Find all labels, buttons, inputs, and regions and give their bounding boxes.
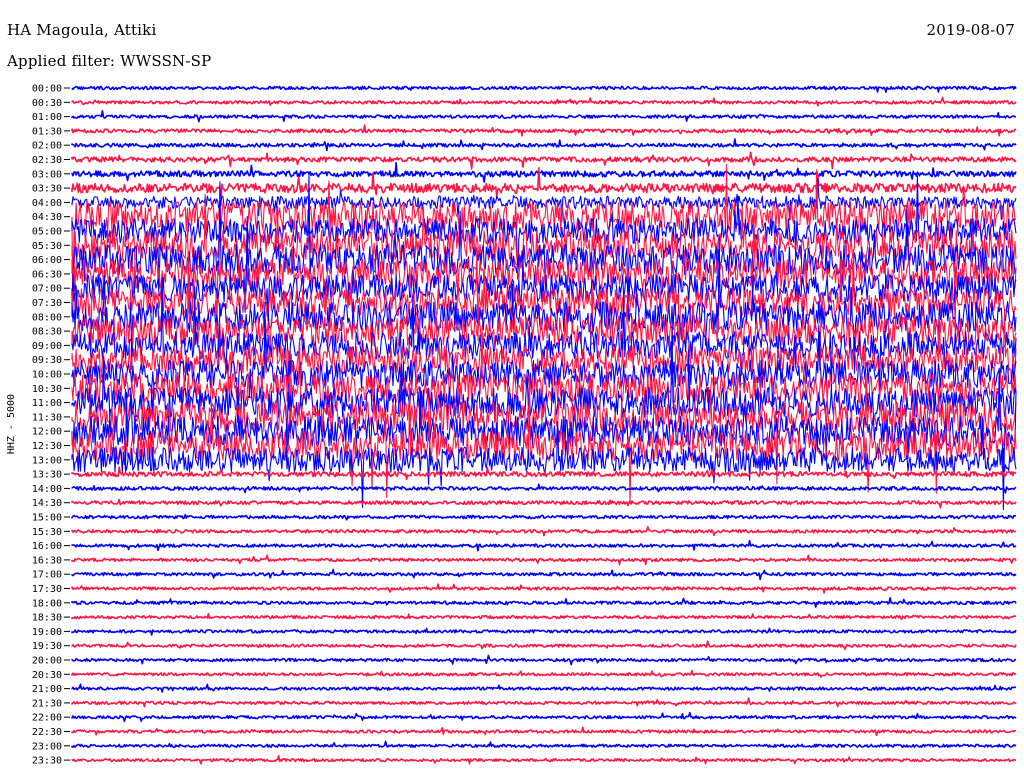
seismic-trace [71, 726, 1017, 737]
seismic-trace [71, 697, 1017, 708]
time-tick-label: 12:30 [32, 441, 62, 452]
time-tick-label: 05:30 [32, 241, 62, 252]
time-tick-label: 08:00 [32, 312, 62, 323]
time-tick-label: 19:00 [32, 627, 62, 638]
seismic-trace [71, 554, 1017, 566]
seismic-trace [71, 110, 1017, 123]
time-tick-label: 23:00 [32, 741, 62, 752]
seismic-trace [71, 151, 1017, 170]
seismic-trace [71, 526, 1017, 537]
time-tick-label: 11:00 [32, 398, 62, 409]
time-tick-label: 09:00 [32, 341, 62, 352]
time-tick-label: 20:00 [32, 656, 62, 667]
seismic-trace [71, 583, 1017, 594]
time-tick-label: 09:30 [32, 355, 62, 366]
time-tick-label: 06:30 [32, 269, 62, 280]
seismic-trace [71, 711, 1017, 723]
seismic-trace [71, 138, 1017, 152]
seismic-trace [71, 513, 1017, 521]
seismic-trace [71, 613, 1016, 620]
seismic-trace [71, 640, 1017, 651]
time-tick-label: 14:00 [32, 484, 62, 495]
seismic-trace [71, 498, 1017, 509]
seismic-trace [71, 162, 1017, 183]
time-tick-label: 12:00 [32, 427, 62, 438]
y-axis-label: HHZ - 5000 [6, 394, 17, 454]
time-tick-label: 17:00 [32, 570, 62, 581]
time-tick-label: 11:30 [32, 412, 62, 423]
seismic-trace [71, 96, 1017, 107]
time-tick-label: 21:30 [32, 698, 62, 709]
time-tick-label: 01:30 [32, 126, 62, 137]
time-tick-label: 08:30 [32, 327, 62, 338]
time-tick-label: 06:00 [32, 255, 62, 266]
seismic-trace [71, 683, 1016, 693]
time-tick-label: 16:00 [32, 541, 62, 552]
time-tick-label: 23:30 [32, 756, 62, 767]
time-tick-label: 04:30 [32, 212, 62, 223]
time-tick-label: 10:00 [32, 370, 62, 381]
time-tick-label: 20:30 [32, 670, 62, 681]
seismic-trace [71, 568, 1017, 581]
time-tick-label: 14:30 [32, 498, 62, 509]
seismic-trace [71, 740, 1017, 749]
time-tick-label: 18:00 [32, 598, 62, 609]
time-tick-label: 10:30 [32, 384, 62, 395]
time-tick-label: 18:30 [32, 613, 62, 624]
time-tick-label: 15:00 [32, 513, 62, 524]
seismic-trace [71, 755, 1017, 765]
time-tick-label: 07:00 [32, 284, 62, 295]
time-tick-label: 01:00 [32, 112, 62, 123]
time-tick-label: 03:00 [32, 169, 62, 180]
time-tick-label: 22:00 [32, 713, 62, 724]
helicorder-plot: HHZ - 5000 00:00 00:30 01:00 01:30 02:00 02:30… [6, 84, 1017, 767]
time-tick-label: 19:30 [32, 641, 62, 652]
seismic-trace [71, 654, 1017, 666]
seismic-trace [71, 627, 1017, 636]
time-tick-label: 00:00 [32, 84, 62, 95]
seismic-trace [71, 669, 1017, 678]
seismic-trace [71, 483, 1017, 494]
time-tick-label: 04:00 [32, 198, 62, 209]
time-tick-label: 02:00 [32, 141, 62, 152]
seismic-trace [71, 597, 1017, 608]
time-tick-label: 17:30 [32, 584, 62, 595]
time-tick-label: 02:30 [32, 155, 62, 166]
seismic-trace [71, 539, 1017, 552]
time-tick-label: 00:30 [32, 98, 62, 109]
time-tick-label: 03:30 [32, 184, 62, 195]
time-tick-label: 07:30 [32, 298, 62, 309]
time-tick-label: 13:30 [32, 470, 62, 481]
time-tick-label: 21:00 [32, 684, 62, 695]
time-tick-label: 16:30 [32, 555, 62, 566]
seismic-trace [71, 85, 1017, 93]
seismic-trace [71, 124, 1017, 137]
time-tick-label: 15:30 [32, 527, 62, 538]
time-tick-label: 13:00 [32, 455, 62, 466]
time-tick-label: 05:00 [32, 227, 62, 238]
time-tick-label: 22:30 [32, 727, 62, 738]
